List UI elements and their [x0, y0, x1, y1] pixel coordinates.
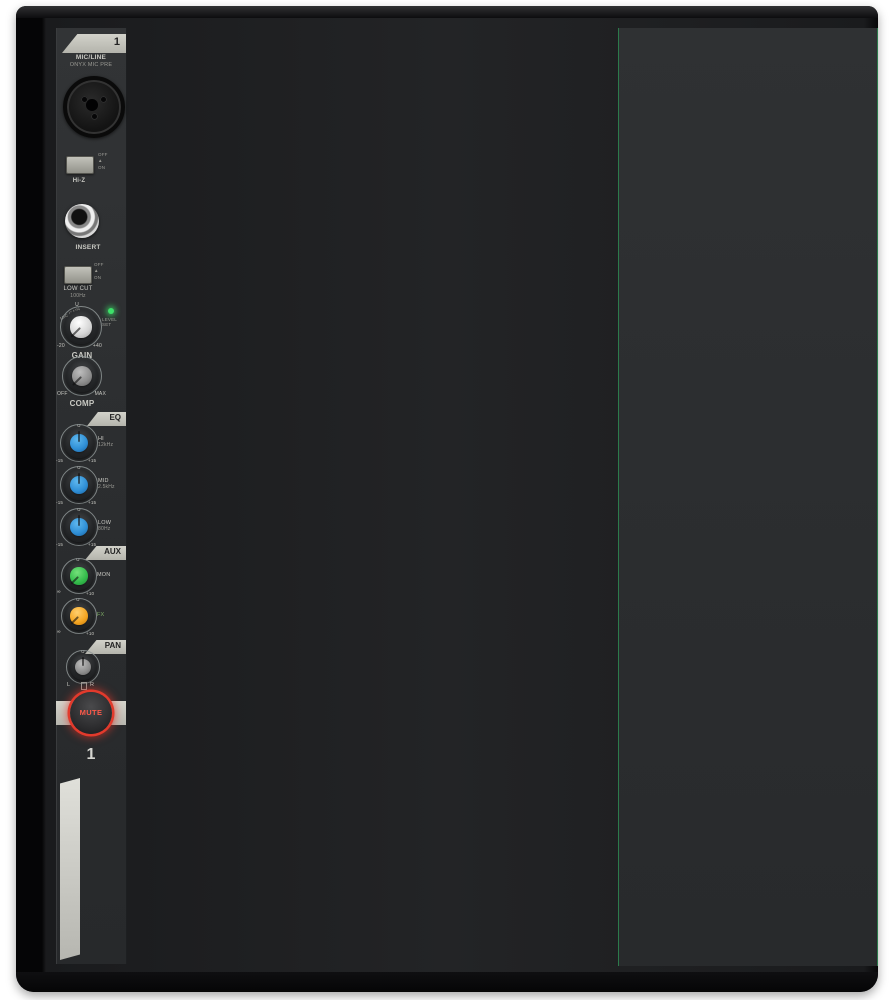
- hiz-switch[interactable]: [66, 156, 94, 174]
- aux-mon-knob[interactable]: [61, 558, 97, 594]
- comp-off-label: OFF: [57, 391, 68, 397]
- aux-fx-label: FX: [97, 612, 105, 618]
- gain-min-label: -20: [57, 343, 65, 349]
- channel-strip-1: 1 MIC/LINE ONYX MIC PRE OFF ▲ ON Hi-Z INSERT OFF…: [56, 28, 127, 964]
- channel-number-label: 1: [86, 746, 96, 763]
- knob-pointer: [70, 326, 82, 338]
- aux-fx-knob[interactable]: [61, 598, 97, 634]
- knob-pointer: [72, 375, 83, 386]
- eq-max-label: +15: [88, 458, 97, 463]
- switch-mark-off: OFF: [94, 262, 104, 267]
- eq-hi-knob[interactable]: [60, 424, 98, 462]
- eq-min-label: -15: [56, 458, 64, 463]
- knob-pointer: [70, 575, 80, 585]
- insert-label: INSERT: [75, 244, 101, 251]
- xlr-pin: [90, 113, 98, 121]
- eq-mid-knob[interactable]: [60, 466, 98, 504]
- comp-knob[interactable]: [62, 356, 102, 396]
- pan-knob[interactable]: [66, 650, 100, 684]
- knob-pointer: [78, 515, 80, 527]
- low-cut-label: LOW CUT: [63, 286, 93, 292]
- aux-mon-label: MON: [97, 572, 111, 578]
- eq-min-label: -15: [56, 542, 64, 547]
- eq-low-knob[interactable]: [60, 508, 98, 546]
- xlr-pin: [100, 96, 108, 104]
- switch-mark-off: OFF: [98, 152, 108, 157]
- comp-label: COMP: [69, 399, 95, 408]
- switch-mark-on: ON: [94, 275, 102, 280]
- channel-number-tab: 1: [62, 34, 126, 53]
- pan-left-label: L: [67, 682, 71, 688]
- eq-hi-freq-label: 12kHz: [98, 442, 114, 448]
- low-cut-switch[interactable]: [64, 266, 92, 284]
- mute-button[interactable]: MUTE: [70, 692, 112, 734]
- hiz-label: Hi-Z: [72, 178, 86, 184]
- pan-right-label: R: [90, 682, 95, 688]
- eq-min-label: -15: [56, 500, 64, 505]
- level-set-label-2: SET: [102, 322, 112, 327]
- master-section: [618, 28, 878, 966]
- switch-arrow-icon: ▲: [94, 268, 99, 273]
- eq-max-label: +15: [88, 500, 97, 505]
- aux-plus10-label: +10: [86, 591, 95, 596]
- gain-knob[interactable]: [60, 306, 102, 348]
- fader-scale-plate: [60, 778, 80, 960]
- eq-low-freq-label: 80Hz: [98, 526, 111, 532]
- switch-mark-on: ON: [98, 165, 106, 170]
- preamp-type-label: MIC/LINE: [75, 54, 107, 61]
- eq-mid-freq-label: 2.5kHz: [98, 484, 115, 490]
- level-set-led: [108, 308, 114, 314]
- knob-pointer: [78, 473, 80, 485]
- insert-jack: [65, 204, 99, 238]
- aux-plus10-label: +10: [86, 631, 95, 636]
- knob-pointer: [78, 431, 80, 443]
- aux-inf-label: ∞: [57, 589, 61, 595]
- switch-arrow-icon: ▲: [98, 158, 103, 163]
- channel-strips: 1 MIC/LINE ONYX MIC PRE OFF ▲ ON Hi-Z INSERT OFF…: [16, 6, 618, 992]
- knob-pointer: [70, 615, 80, 625]
- mixer-chassis: 1 MIC/LINE ONYX MIC PRE OFF ▲ ON Hi-Z INSERT OFF…: [16, 6, 878, 992]
- comp-max-label: MAX: [94, 391, 106, 397]
- combo-trs-hole: [86, 99, 99, 112]
- combo-xlr-input: [63, 76, 125, 138]
- gain-max-label: +40: [92, 343, 102, 349]
- preamp-name-label: ONYX MIC PRE: [69, 62, 113, 68]
- knob-pointer: [82, 656, 84, 667]
- aux-inf-label: ∞: [57, 629, 61, 635]
- pan-center-mark: [81, 682, 87, 690]
